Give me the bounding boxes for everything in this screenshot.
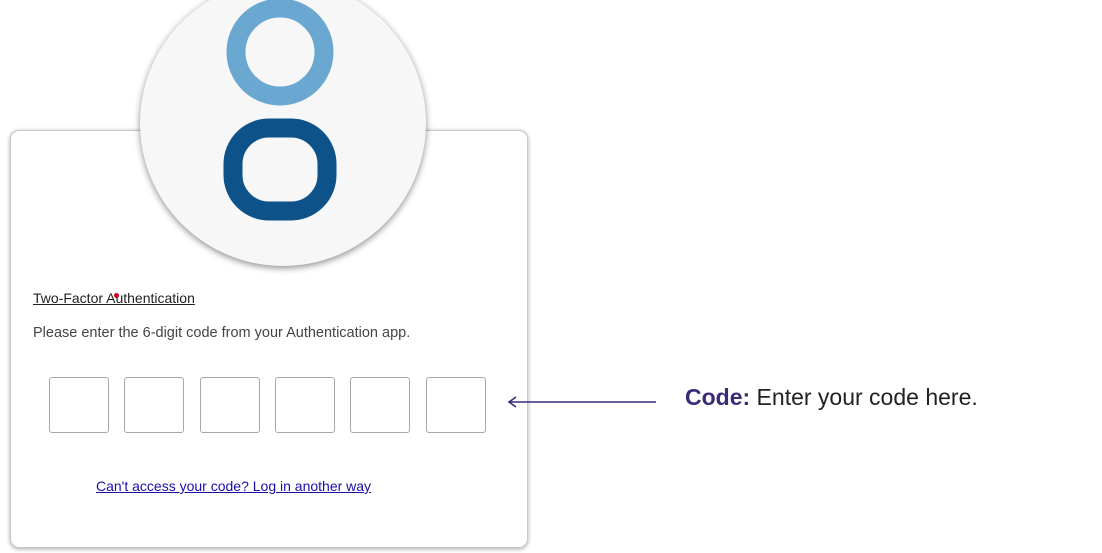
code-digit-4[interactable] <box>275 377 335 433</box>
arrow-left-icon <box>507 396 656 408</box>
code-digit-3[interactable] <box>200 377 260 433</box>
callout-text: Enter your code here. <box>750 384 978 410</box>
alternate-login-link[interactable]: Can't access your code? Log in another w… <box>96 478 371 494</box>
code-digit-5[interactable] <box>350 377 410 433</box>
code-callout: Code: Enter your code here. <box>685 384 978 411</box>
code-digit-1[interactable] <box>49 377 109 433</box>
code-digit-6[interactable] <box>426 377 486 433</box>
mfa-title: Two-Factor Authentication <box>33 290 195 306</box>
mfa-instructions: Please enter the 6-digit code from your … <box>33 325 411 341</box>
callout-label: Code: <box>685 384 751 410</box>
required-dot <box>114 293 119 298</box>
code-digit-2[interactable] <box>124 377 184 433</box>
brand-logo <box>140 0 426 266</box>
brand-logo-icon <box>223 0 337 221</box>
